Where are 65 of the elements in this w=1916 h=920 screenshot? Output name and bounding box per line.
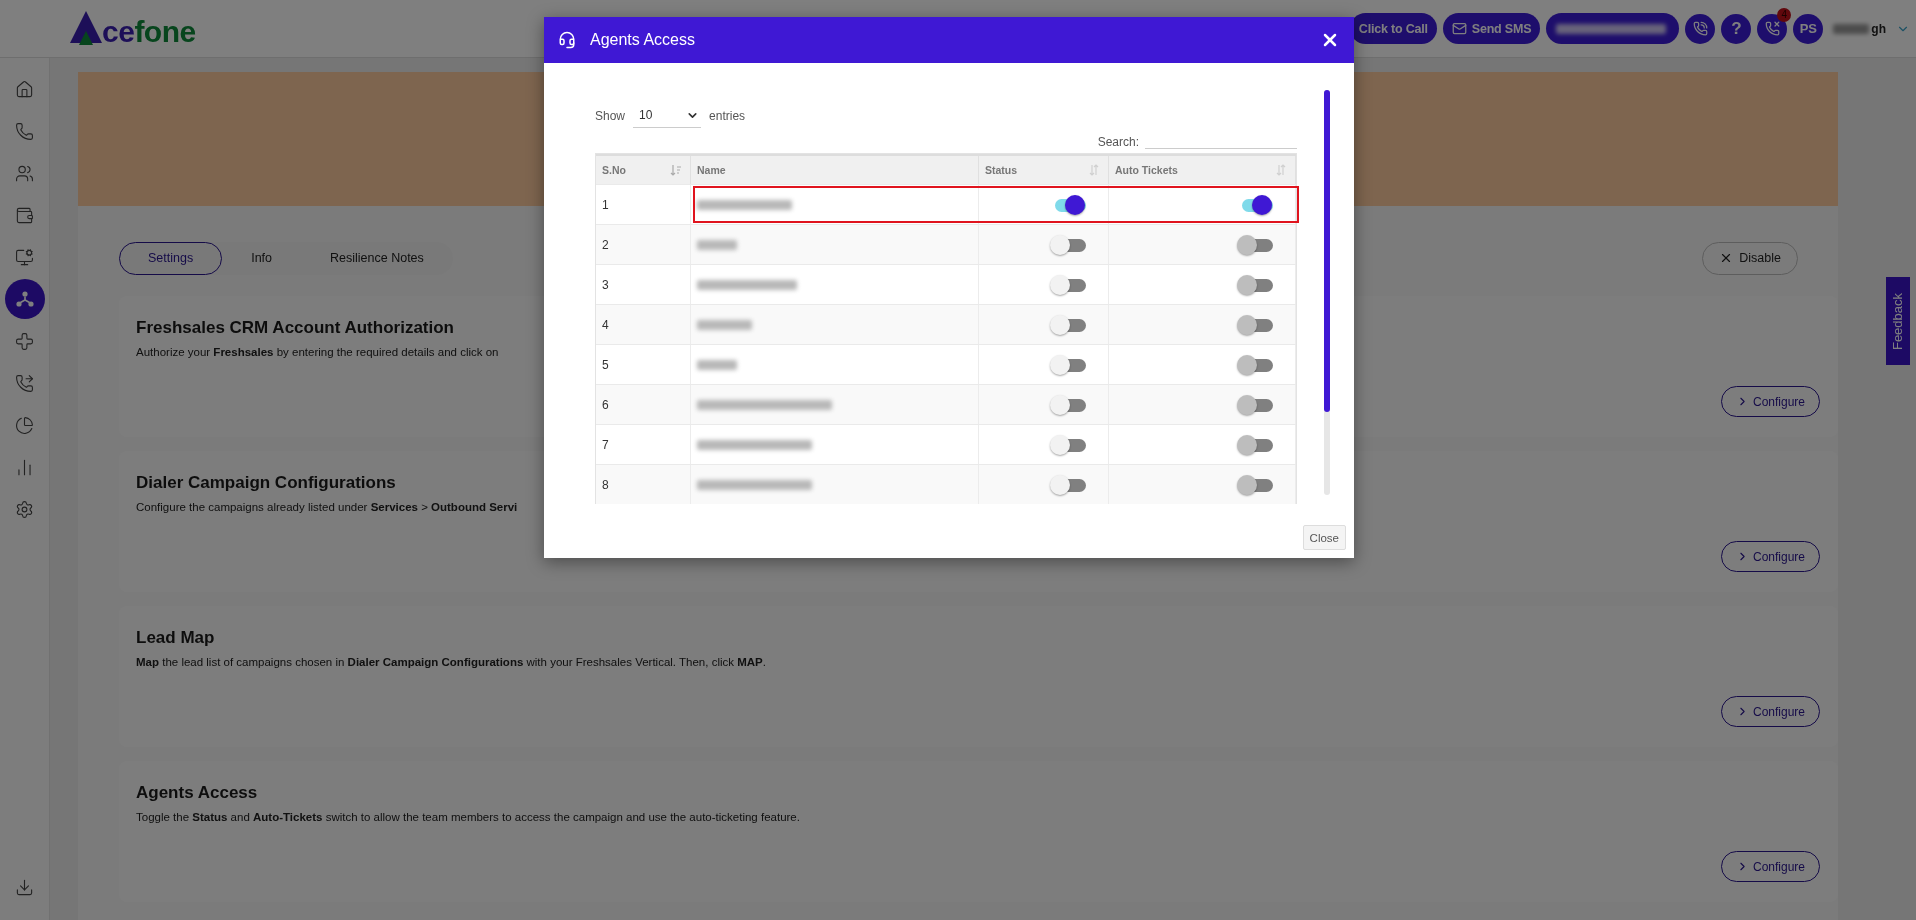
sort-ascending-icon[interactable] bbox=[670, 164, 682, 176]
status-toggle[interactable] bbox=[1050, 314, 1086, 335]
phone-clock-button[interactable] bbox=[1685, 13, 1716, 44]
blurred-user-name bbox=[1833, 23, 1870, 34]
tab[interactable]: Resilience Notes bbox=[301, 241, 453, 275]
auto-tickets-toggle[interactable] bbox=[1237, 234, 1273, 255]
blurred-number-button[interactable] bbox=[1546, 13, 1680, 44]
auto-tickets-toggle[interactable] bbox=[1237, 394, 1273, 415]
mail-icon bbox=[1451, 21, 1467, 36]
logo-text: cefone bbox=[102, 16, 196, 47]
user-avatar[interactable]: PS bbox=[1793, 13, 1824, 44]
page-size-select[interactable]: 10 bbox=[633, 103, 702, 128]
settings-icon bbox=[15, 499, 34, 519]
search-label: Search: bbox=[1097, 135, 1139, 149]
card-title: Dialer Campaign Configurations bbox=[136, 473, 396, 493]
close-button[interactable]: Close bbox=[1302, 525, 1346, 550]
scrollbar[interactable] bbox=[1324, 90, 1330, 495]
logo-mark-icon bbox=[70, 10, 102, 47]
notification-badge: 4 bbox=[1777, 7, 1792, 22]
entries-label: entries bbox=[709, 108, 746, 123]
help-button[interactable]: ? bbox=[1721, 13, 1752, 44]
blurred-name bbox=[697, 359, 737, 370]
network-icon bbox=[14, 289, 35, 309]
auto-tickets-toggle[interactable] bbox=[1237, 474, 1273, 495]
auto-tickets-toggle[interactable] bbox=[1237, 354, 1273, 375]
card-description: Toggle the Status and Auto-Tickets switch to allow the team members to access the campaign and use the auto-ticketing feature. bbox=[136, 811, 800, 823]
download-icon bbox=[15, 877, 34, 897]
show-label: Show bbox=[595, 108, 626, 123]
sidebar-item[interactable] bbox=[4, 279, 45, 319]
status-toggle[interactable] bbox=[1050, 434, 1086, 455]
send-sms-button[interactable]: Send SMS bbox=[1442, 13, 1541, 44]
card-description: Configure the campaigns already listed under Services > Outbound Servi bbox=[136, 501, 518, 513]
phone-arrow-icon bbox=[15, 373, 34, 393]
dialog-title: Agents Access bbox=[590, 31, 695, 49]
auto-tickets-toggle[interactable] bbox=[1237, 314, 1273, 335]
card-description: Authorize your Freshsales by entering the required details and click on bbox=[136, 346, 499, 358]
status-toggle[interactable] bbox=[1050, 234, 1086, 255]
pie-chart-icon bbox=[15, 415, 34, 435]
bar-chart-icon bbox=[15, 457, 34, 477]
monitor-gear-icon bbox=[15, 247, 34, 267]
status-toggle[interactable] bbox=[1050, 274, 1086, 295]
feedback-tab[interactable]: Feedback bbox=[1886, 277, 1910, 365]
phone-icon bbox=[15, 121, 34, 141]
card-title: Agents Access bbox=[136, 783, 258, 803]
scrollbar-thumb[interactable] bbox=[1324, 90, 1330, 412]
user-name: gh bbox=[1871, 21, 1886, 36]
card-description: Map the lead list of campaigns chosen in Dialer Campaign Configurations with your Freshsales Vertical. Then, click MAP. bbox=[136, 656, 766, 668]
tab[interactable]: Info bbox=[222, 241, 302, 275]
people-icon bbox=[15, 163, 34, 183]
headset-icon bbox=[558, 31, 576, 49]
blurred-name bbox=[697, 239, 737, 250]
blurred-name bbox=[697, 319, 752, 330]
cross-icon bbox=[15, 331, 34, 351]
status-toggle[interactable] bbox=[1050, 474, 1086, 495]
card-title: Lead Map bbox=[136, 628, 215, 648]
auto-tickets-toggle[interactable] bbox=[1237, 274, 1273, 295]
wallet-icon bbox=[15, 205, 34, 225]
missed-call-icon bbox=[1764, 21, 1780, 36]
phone-icon bbox=[1692, 21, 1708, 36]
house-icon bbox=[15, 79, 34, 99]
status-toggle[interactable] bbox=[1050, 394, 1086, 415]
auto-tickets-toggle[interactable] bbox=[1237, 434, 1273, 455]
card-title: Freshsales CRM Account Authorization bbox=[136, 318, 454, 338]
table-cell: 8 bbox=[596, 465, 691, 504]
status-toggle[interactable] bbox=[1050, 354, 1086, 375]
